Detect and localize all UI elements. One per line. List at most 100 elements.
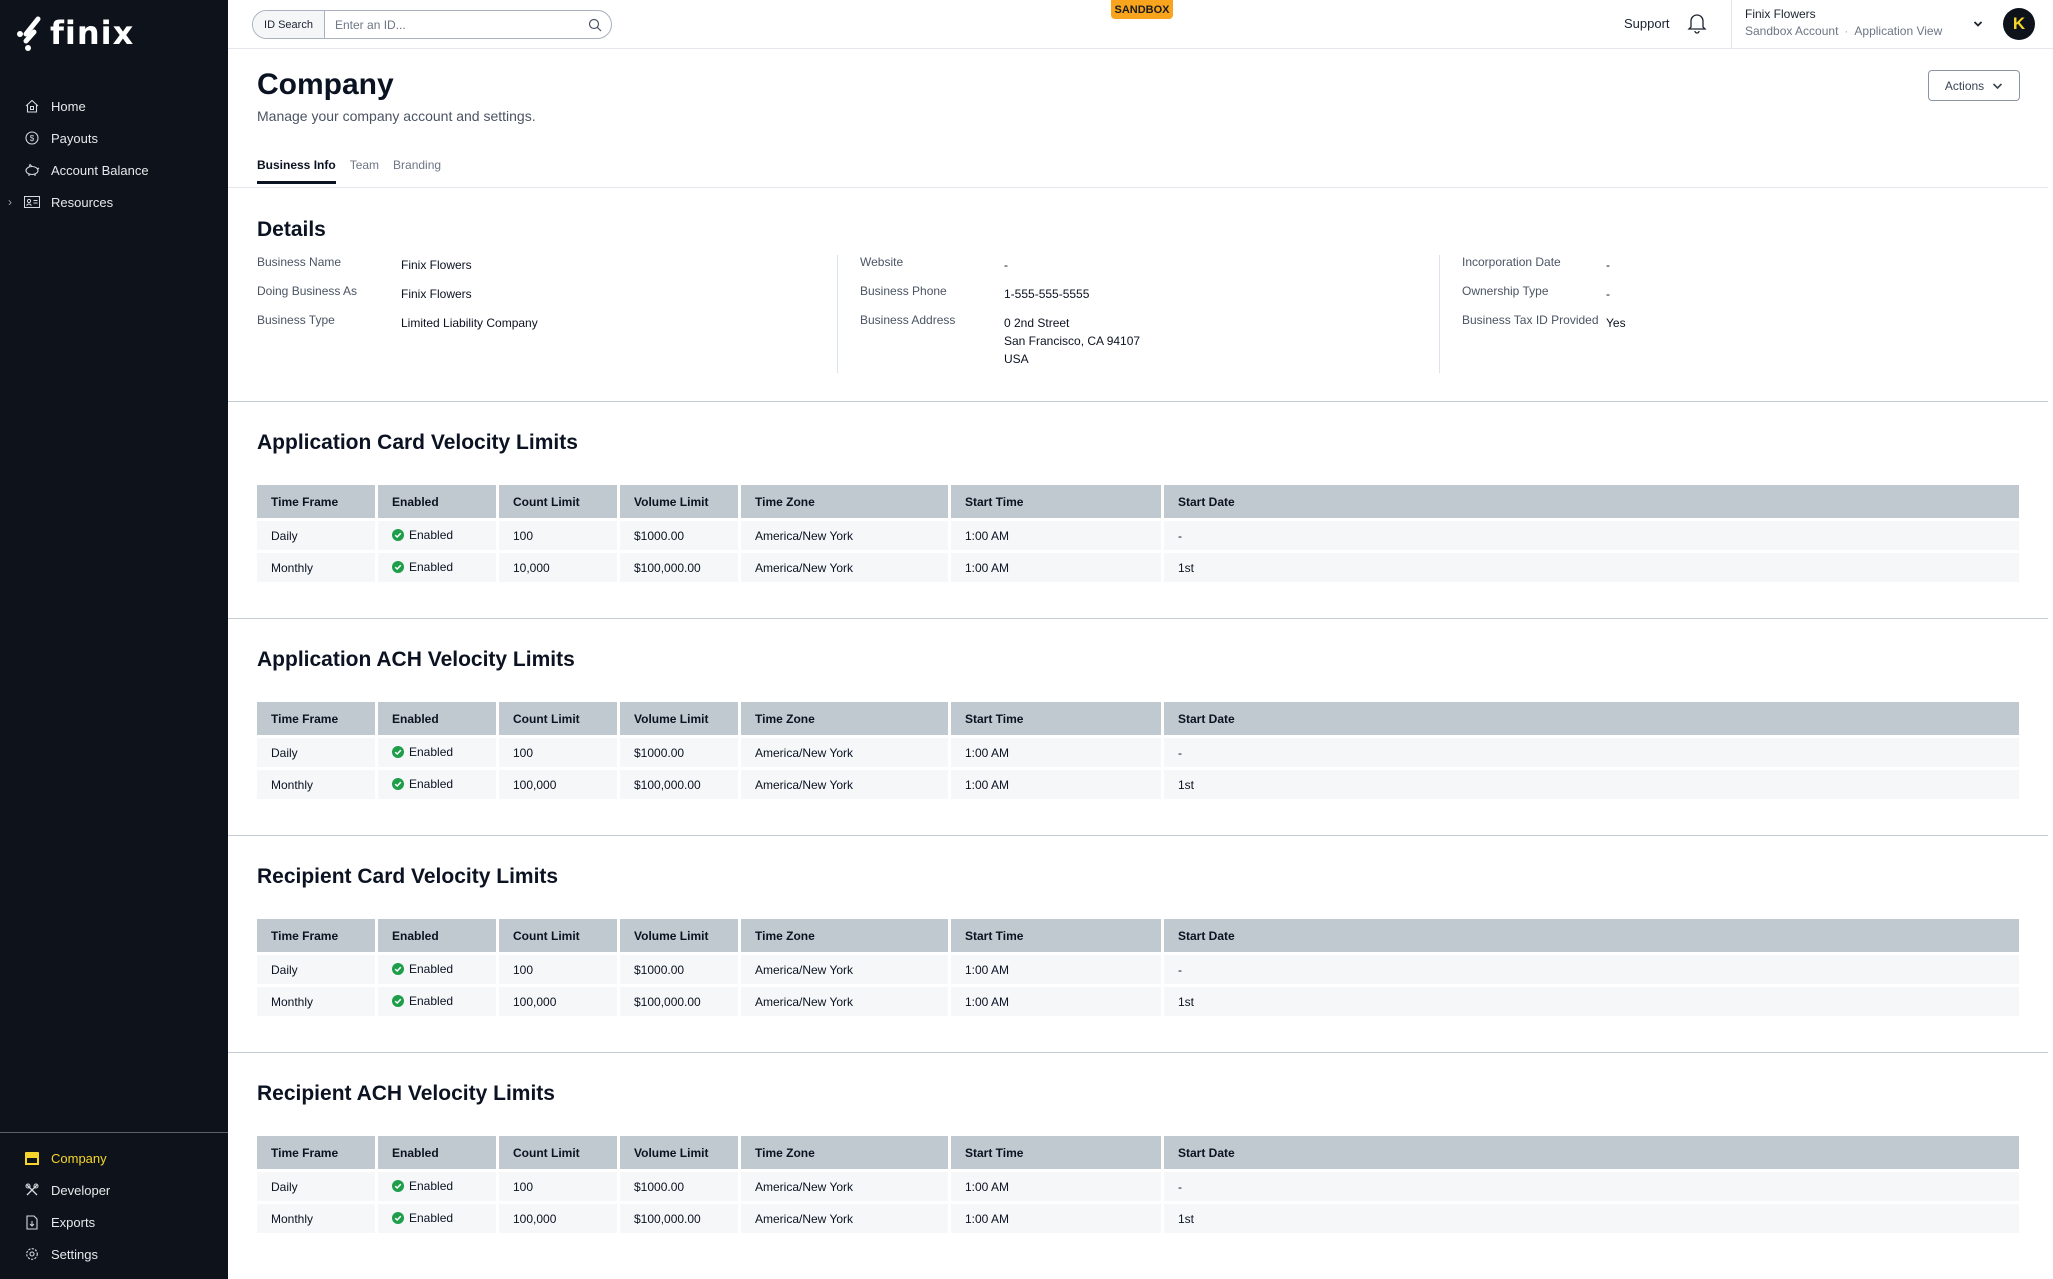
column-header[interactable]: Enabled xyxy=(378,702,499,735)
column-header[interactable]: Time Frame xyxy=(257,919,378,952)
check-circle-icon xyxy=(392,745,404,758)
cell-time-frame: Daily xyxy=(257,518,378,550)
cell-time-frame: Monthly xyxy=(257,767,378,799)
id-search-label[interactable]: ID Search xyxy=(253,11,325,38)
sidebar-item-account-balance[interactable]: Account Balance xyxy=(0,154,228,186)
table-row: Monthly Enabled 100,000 $100,000.00 America/… xyxy=(257,767,2019,799)
column-header[interactable]: Count Limit xyxy=(499,1136,620,1169)
bell-icon[interactable] xyxy=(1687,12,1707,39)
cell-time-frame: Monthly xyxy=(257,984,378,1016)
column-header[interactable]: Time Frame xyxy=(257,485,378,518)
details-column: Business Name Finix Flowers Doing Busines… xyxy=(257,255,817,373)
enabled-cell: Enabled xyxy=(378,1169,499,1201)
cell-start-date: - xyxy=(1164,952,2019,984)
sidebar-item-payouts[interactable]: $ Payouts xyxy=(0,122,228,154)
enabled-label: Enabled xyxy=(409,961,454,976)
cell-start-time: 1:00 AM xyxy=(951,767,1164,799)
dollar-circle-icon: $ xyxy=(24,130,40,146)
sidebar-item-developer[interactable]: Developer xyxy=(0,1174,228,1206)
column-header[interactable]: Start Date xyxy=(1164,1136,2019,1169)
enabled-cell: Enabled xyxy=(378,518,499,550)
column-header[interactable]: Time Zone xyxy=(741,702,951,735)
file-download-icon xyxy=(24,1214,40,1230)
sidebar-item-settings[interactable]: Settings xyxy=(0,1238,228,1270)
tab-business-info[interactable]: Business Info xyxy=(257,158,336,184)
enabled-label: Enabled xyxy=(409,1178,454,1193)
account-view: Application View xyxy=(1854,24,1943,38)
detail-label: Business Type xyxy=(257,313,335,327)
column-header[interactable]: Start Date xyxy=(1164,919,2019,952)
column-header[interactable]: Enabled xyxy=(378,919,499,952)
tab-branding[interactable]: Branding xyxy=(393,158,441,184)
chevron-down-icon[interactable] xyxy=(1973,15,1983,33)
column-header[interactable]: Time Frame xyxy=(257,702,378,735)
top-bar: ID Search SANDBOX Support Finix Flowers … xyxy=(228,0,2053,49)
table-header-row: Time Frame Enabled Count Limit Volume Limit… xyxy=(257,919,2019,952)
search-icon[interactable] xyxy=(579,11,611,38)
piggy-bank-icon xyxy=(24,162,40,178)
cell-time-zone: America/New York xyxy=(741,767,951,799)
support-link[interactable]: Support xyxy=(1624,16,1670,31)
column-header[interactable]: Start Date xyxy=(1164,485,2019,518)
column-header[interactable]: Count Limit xyxy=(499,919,620,952)
column-header[interactable]: Start Time xyxy=(951,919,1164,952)
column-header[interactable]: Count Limit xyxy=(499,702,620,735)
column-header[interactable]: Start Date xyxy=(1164,702,2019,735)
sidebar-item-home[interactable]: Home xyxy=(0,90,228,122)
column-header[interactable]: Time Zone xyxy=(741,919,951,952)
column-header[interactable]: Time Zone xyxy=(741,485,951,518)
column-header[interactable]: Volume Limit xyxy=(620,485,741,518)
detail-label: Ownership Type xyxy=(1462,284,1549,298)
column-header[interactable]: Start Time xyxy=(951,702,1164,735)
column-header[interactable]: Volume Limit xyxy=(620,919,741,952)
sidebar-item-label: Resources xyxy=(51,194,114,210)
column-header[interactable]: Enabled xyxy=(378,485,499,518)
account-subtitle: Sandbox Account · Application View xyxy=(1745,24,1942,38)
account-divider xyxy=(1731,0,1732,49)
finix-logo[interactable]: finix xyxy=(16,14,134,52)
column-header[interactable]: Time Zone xyxy=(741,1136,951,1169)
sidebar-item-exports[interactable]: Exports xyxy=(0,1206,228,1238)
sidebar-item-resources[interactable]: › Resources xyxy=(0,186,228,218)
table-row: Monthly Enabled 100,000 $100,000.00 America/… xyxy=(257,984,2019,1016)
column-header[interactable]: Enabled xyxy=(378,1136,499,1169)
velocity-table: Time Frame Enabled Count Limit Volume Limit… xyxy=(257,485,2019,582)
velocity-section-title: Application Card Velocity Limits xyxy=(257,431,578,454)
cell-time-frame: Daily xyxy=(257,1169,378,1201)
enabled-cell: Enabled xyxy=(378,952,499,984)
table-row: Daily Enabled 100 $1000.00 America/New York 1… xyxy=(257,518,2019,550)
column-header[interactable]: Volume Limit xyxy=(620,702,741,735)
sidebar-item-label: Exports xyxy=(51,1214,96,1230)
cell-start-date: 1st xyxy=(1164,767,2019,799)
detail-row: Business Address 0 2nd Street San Franci… xyxy=(860,313,1437,368)
detail-label: Business Tax ID Provided xyxy=(1462,313,1599,327)
gear-icon xyxy=(24,1246,40,1262)
actions-button[interactable]: Actions xyxy=(1928,70,2020,101)
chevron-right-icon[interactable]: › xyxy=(8,195,12,209)
column-header[interactable]: Start Time xyxy=(951,1136,1164,1169)
detail-value: - xyxy=(1606,258,1610,272)
enabled-label: Enabled xyxy=(409,744,454,759)
user-avatar[interactable]: K xyxy=(2003,8,2035,40)
cell-start-time: 1:00 AM xyxy=(951,550,1164,582)
id-search-input[interactable] xyxy=(325,11,579,38)
enabled-status: Enabled xyxy=(392,777,453,791)
enabled-status: Enabled xyxy=(392,528,453,542)
enabled-cell: Enabled xyxy=(378,1201,499,1233)
enabled-status: Enabled xyxy=(392,962,453,976)
column-header[interactable]: Start Time xyxy=(951,485,1164,518)
column-header[interactable]: Volume Limit xyxy=(620,1136,741,1169)
tab-team[interactable]: Team xyxy=(350,158,379,184)
storefront-icon xyxy=(24,1150,40,1166)
account-switcher[interactable]: Finix Flowers Sandbox Account · Applicatio… xyxy=(1745,7,1942,38)
cell-start-date: - xyxy=(1164,518,2019,550)
cell-start-time: 1:00 AM xyxy=(951,1201,1164,1233)
sidebar-item-company[interactable]: Company xyxy=(0,1142,228,1174)
main-content: Company Manage your company account and … xyxy=(228,50,2053,1279)
sidebar-item-label: Account Balance xyxy=(51,162,149,178)
detail-row: Website - xyxy=(860,255,1437,274)
column-header[interactable]: Count Limit xyxy=(499,485,620,518)
detail-label: Business Address xyxy=(860,313,956,327)
details-title: Details xyxy=(257,218,326,241)
column-header[interactable]: Time Frame xyxy=(257,1136,378,1169)
